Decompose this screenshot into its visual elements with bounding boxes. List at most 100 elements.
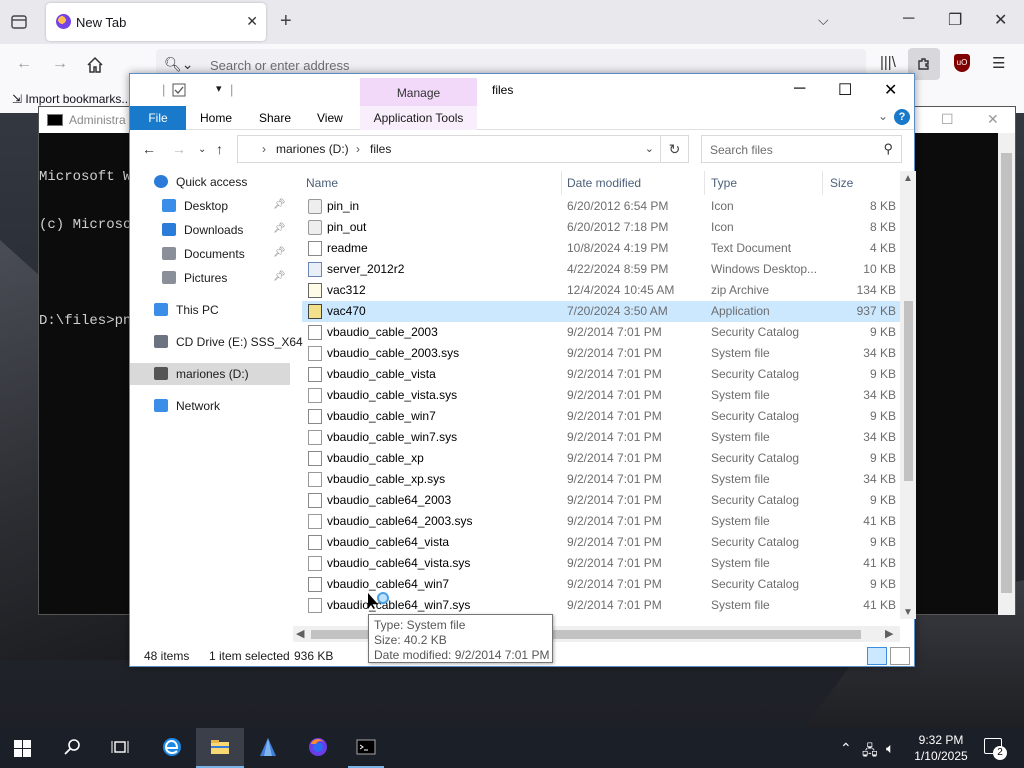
scroll-thumb[interactable] [1001,153,1012,593]
sidebar-item[interactable]: Documents 📌︎ [130,243,290,265]
sidebar-item[interactable]: Pictures 📌︎ [130,267,290,289]
show-hidden-icons-icon[interactable]: ⌃ [840,740,852,757]
refresh-icon[interactable]: ↻ [661,135,689,163]
app-icon[interactable] [244,728,292,768]
file-row[interactable]: vac312 12/4/2024 10:45 AM zip Archive 134 K… [302,280,900,301]
column-size[interactable]: Size [826,171,896,195]
sidebar-item[interactable]: mariones (D:) [130,363,290,385]
file-row[interactable]: vbaudio_cable_vista 9/2/2014 7:01 PM Secur… [302,364,900,385]
expand-ribbon-icon[interactable]: ⌄ [878,109,888,123]
network-icon[interactable]: 🖧︎ [862,740,878,764]
column-date-modified[interactable]: Date modified [563,171,704,195]
sidebar-item[interactable]: CD Drive (E:) SSS_X64 [130,331,303,353]
file-row[interactable]: vbaudio_cable64_vista 9/2/2014 7:01 PM Sec… [302,532,900,553]
library-icon[interactable]: |||\ [880,54,896,71]
scroll-left-icon[interactable]: ◀ [296,627,304,640]
close-tab-icon[interactable]: ✕ [246,13,258,30]
chevron-down-icon[interactable]: ⌵ [818,12,829,29]
column-type[interactable]: Type [707,171,822,195]
firefox-icon[interactable] [294,728,342,768]
back-icon[interactable]: ← [142,141,156,157]
sidebar-item[interactable]: Downloads 📌︎ [130,219,290,241]
column-divider[interactable] [561,171,562,195]
scroll-down-icon[interactable]: ▼ [903,607,913,618]
forward-icon[interactable]: → [52,55,68,73]
sidebar-item[interactable]: Desktop 📌︎ [130,195,290,217]
properties-icon[interactable] [172,83,186,97]
back-icon[interactable]: ← [16,55,32,73]
search-input[interactable]: Search files ⚲ [701,135,902,163]
close-icon[interactable]: ✕ [884,80,897,100]
close-icon[interactable]: ✕ [994,10,1007,30]
minimize-icon[interactable]: ─ [903,10,914,28]
pin-icon[interactable]: 📌︎ [273,247,286,258]
pin-icon[interactable]: 📌︎ [273,223,286,234]
file-row[interactable]: vbaudio_cable64_vista.sys 9/2/2014 7:01 P… [302,553,900,574]
sidebar-item[interactable]: Network [130,395,290,417]
file-row[interactable]: vac470 7/20/2024 3:50 AM Application 937 KB [302,301,900,322]
customize-qat-icon[interactable]: ▾ [216,82,222,95]
file-row[interactable]: vbaudio_cable64_2003.sys 9/2/2014 7:01 PM… [302,511,900,532]
column-divider[interactable] [822,171,823,195]
new-tab-icon[interactable]: + [280,10,292,33]
file-row[interactable]: vbaudio_cable_vista.sys 9/2/2014 7:01 PM S… [302,385,900,406]
sidebar-item[interactable]: Quick access [130,171,290,193]
file-row[interactable]: vbaudio_cable_win7.sys 9/2/2014 7:01 PM Sy… [302,427,900,448]
scroll-up-icon[interactable]: ▲ [903,173,913,184]
details-view-icon[interactable] [867,647,887,665]
pin-icon[interactable]: 📌︎ [273,199,286,210]
file-row[interactable]: pin_out 6/20/2012 7:18 PM Icon 8 KB [302,217,900,238]
file-row[interactable]: vbaudio_cable_2003.sys 9/2/2014 7:01 PM Sy… [302,343,900,364]
help-icon[interactable]: ? [894,109,910,125]
restore-icon[interactable]: ❐ [948,10,962,30]
up-icon[interactable]: ↑ [216,141,223,157]
scroll-right-icon[interactable]: ▶ [885,627,893,640]
file-row[interactable]: vbaudio_cable_2003 9/2/2014 7:01 PM Securi… [302,322,900,343]
restore-icon[interactable]: ☐ [941,111,954,128]
chevron-down-icon[interactable]: ⌄ [645,142,654,155]
manage-tab[interactable]: Manage [360,78,477,106]
column-divider[interactable] [704,171,705,195]
address-bar[interactable]: › mariones (D:) › files ⌄ [237,135,661,163]
file-row[interactable]: vbaudio_cable64_win7 9/2/2014 7:01 PM Secu… [302,574,900,595]
vertical-scrollbar[interactable]: ▲ ▼ [900,171,916,619]
tab-view[interactable]: View [317,111,343,125]
edge-icon[interactable] [148,728,196,768]
sidebar-item[interactable]: This PC [130,299,290,321]
list-all-tabs-icon[interactable] [10,13,28,31]
browser-tab[interactable]: New Tab ✕ [46,3,266,41]
breadcrumb-folder[interactable]: files [370,142,391,156]
menu-icon[interactable]: ☰ [992,54,1005,72]
scroll-thumb[interactable] [904,301,913,481]
tab-application-tools[interactable]: Application Tools [360,106,477,130]
tab-file[interactable]: File [130,106,186,130]
recent-locations-icon[interactable]: ⌄ [198,144,206,155]
file-row[interactable]: vbaudio_cable_xp.sys 9/2/2014 7:01 PM Syst… [302,469,900,490]
minimize-icon[interactable]: ─ [794,80,805,98]
file-row[interactable]: server_2012r2 4/22/2024 8:59 PM Windows De… [302,259,900,280]
home-icon[interactable] [86,56,104,74]
clock[interactable]: 9:32 PM 1/10/2025 [906,732,976,764]
import-bookmarks-link[interactable]: ⇲ Import bookmarks... [12,92,131,106]
pin-icon[interactable]: 📌︎ [273,271,286,282]
file-row[interactable]: readme 10/8/2024 4:19 PM Text Document 4 KB [302,238,900,259]
cmd-scrollbar[interactable] [998,133,1015,615]
file-row[interactable]: pin_in 6/20/2012 6:54 PM Icon 8 KB [302,196,900,217]
tab-home[interactable]: Home [200,111,232,125]
ublock-origin-icon[interactable]: uO [954,54,970,72]
breadcrumb-drive[interactable]: mariones (D:) [276,142,349,156]
file-explorer-icon[interactable] [196,728,244,768]
column-name[interactable]: Name [302,171,561,195]
cmd-icon[interactable] [342,728,390,768]
task-view-icon[interactable] [96,728,144,768]
file-row[interactable]: vbaudio_cable_xp 9/2/2014 7:01 PM Security… [302,448,900,469]
close-icon[interactable]: ✕ [987,111,999,128]
tab-share[interactable]: Share [259,111,291,125]
search-icon[interactable] [48,728,96,768]
file-row[interactable]: vbaudio_cable64_win7.sys 9/2/2014 7:01 PM… [302,595,900,616]
file-row[interactable]: vbaudio_cable64_2003 9/2/2014 7:01 PM Secu… [302,490,900,511]
volume-muted-icon[interactable]: 🔈︎ [886,740,894,757]
windows-start-icon[interactable] [14,740,31,757]
forward-icon[interactable]: → [172,141,186,157]
file-row[interactable]: vbaudio_cable_win7 9/2/2014 7:01 PM Securi… [302,406,900,427]
